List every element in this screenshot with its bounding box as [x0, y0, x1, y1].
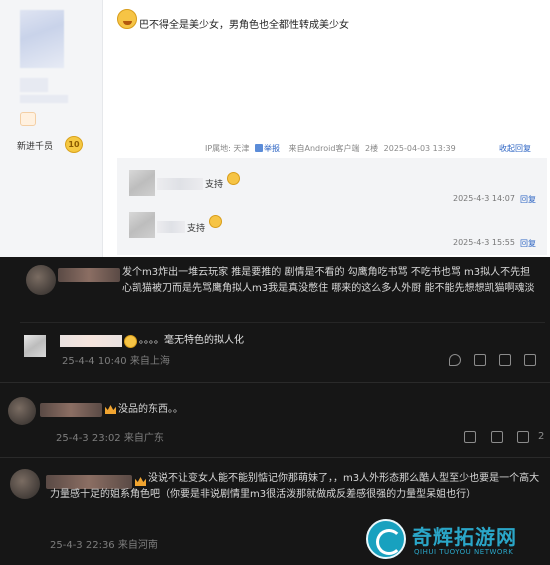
post-meta: IP属地: 天津 举报 来自Android客户端 2楼 2025-04-03 1… [205, 143, 459, 154]
reply-text: 支持 [205, 180, 224, 190]
watermark-subtitle: QIHUI TUOYOU NETWORK [414, 548, 514, 556]
smile-emoji-icon [117, 9, 137, 29]
reply-avatar[interactable] [129, 170, 155, 196]
rank-level-badge: 10 [65, 136, 83, 153]
user-avatar[interactable] [20, 10, 64, 68]
comment-meta: 25-4-3 22:36 来自河南 [50, 536, 158, 551]
divider [0, 382, 550, 383]
reply-username-blurred[interactable] [157, 178, 203, 190]
post-panel: 新进千员 10 巴不得全是美少女，男角色也全都性转成美少女 IP属地: 天津 举… [0, 0, 550, 257]
report-link[interactable]: 举报 [254, 144, 283, 153]
sub-reply-meta: 25-4-4 10:40 来自上海 [62, 352, 170, 367]
sub-reply-avatar[interactable] [24, 335, 46, 357]
share-icon[interactable] [464, 431, 476, 443]
sub-reply-location: 来自上海 [129, 356, 170, 367]
share-icon[interactable] [474, 354, 486, 366]
watermark-logo-icon [366, 519, 406, 559]
commenter-name-blurred[interactable] [58, 268, 120, 282]
reply-username-blurred[interactable] [157, 221, 185, 233]
smile-emoji-icon [227, 172, 240, 185]
commenter-avatar[interactable] [8, 397, 36, 425]
reply-button[interactable]: 回复 [520, 194, 536, 205]
watermark-title: 奇辉拓游网 [412, 525, 517, 549]
sweat-emoji-icon [124, 335, 137, 348]
post-source: 来自Android客户端 [288, 144, 360, 153]
site-watermark: 奇辉拓游网 QIHUI TUOYOU NETWORK [358, 517, 546, 563]
floor-number: 2楼 [365, 144, 379, 153]
divider [20, 322, 545, 323]
commenter-name-blurred[interactable] [40, 403, 102, 417]
vip-crown-icon [104, 403, 117, 416]
comment-location: 来自河南 [117, 540, 158, 551]
like-icon[interactable] [499, 354, 511, 366]
sub-reply-text: 。。。。毫无特色的拟人化 [139, 335, 244, 346]
comment-text: 没说不让变女人能不能别惦记你那萌妹了，，m3人外形态那么酷人型至少也要是一个高大… [50, 473, 540, 500]
sub-reply-name-blurred[interactable] [60, 335, 122, 347]
commenter-avatar[interactable] [10, 469, 40, 499]
reply-time: 2025-4-3 14:07 [453, 194, 515, 203]
ip-location: IP属地: 天津 [205, 144, 250, 153]
comment-text: 没品的东西。。 [118, 404, 183, 415]
comment-icon[interactable] [449, 354, 461, 366]
reply-list: 支持 2025-4-3 14:07 回复 支持 2025-4-3 15:55 回… [117, 158, 547, 255]
like-icon[interactable] [491, 431, 503, 443]
comment-time: 25-4-3 23:02 [56, 433, 121, 444]
reply-time: 2025-4-3 15:55 [453, 238, 515, 247]
rank-label: 新进千员 [17, 142, 54, 152]
report-icon [254, 144, 263, 152]
collapse-reply-link[interactable]: 收起回复 [499, 143, 531, 154]
badge-icon [20, 112, 36, 126]
reply-avatar[interactable] [129, 212, 155, 238]
comment-text: 发个m3炸出一堆云玩家 推是要推的 剧情是不看的 勾鹰角吃书骂 不吃书也骂 m3… [122, 267, 535, 294]
dislike-icon[interactable] [517, 431, 529, 443]
post-content: 巴不得全是美少女，男角色也全都性转成美少女 [139, 20, 349, 31]
reply-text: 支持 [187, 224, 206, 234]
comment-meta: 25-4-3 23:02 来自广东 [56, 429, 164, 444]
comment-location: 来自广东 [123, 433, 164, 444]
post-time: 2025-04-03 13:39 [383, 144, 456, 153]
user-subtitle-blurred [20, 95, 68, 103]
like-count: 2 [538, 431, 545, 442]
user-sidebar: 新进千员 10 [0, 0, 103, 257]
username-blurred[interactable] [20, 78, 48, 92]
sub-reply-time: 25-4-4 10:40 [62, 356, 127, 367]
smile-emoji-icon [209, 215, 222, 228]
commenter-avatar[interactable] [26, 265, 56, 295]
reply-button[interactable]: 回复 [520, 238, 536, 249]
comment-time: 25-4-3 22:36 [50, 540, 115, 551]
dislike-icon[interactable] [524, 354, 536, 366]
divider [0, 457, 550, 458]
